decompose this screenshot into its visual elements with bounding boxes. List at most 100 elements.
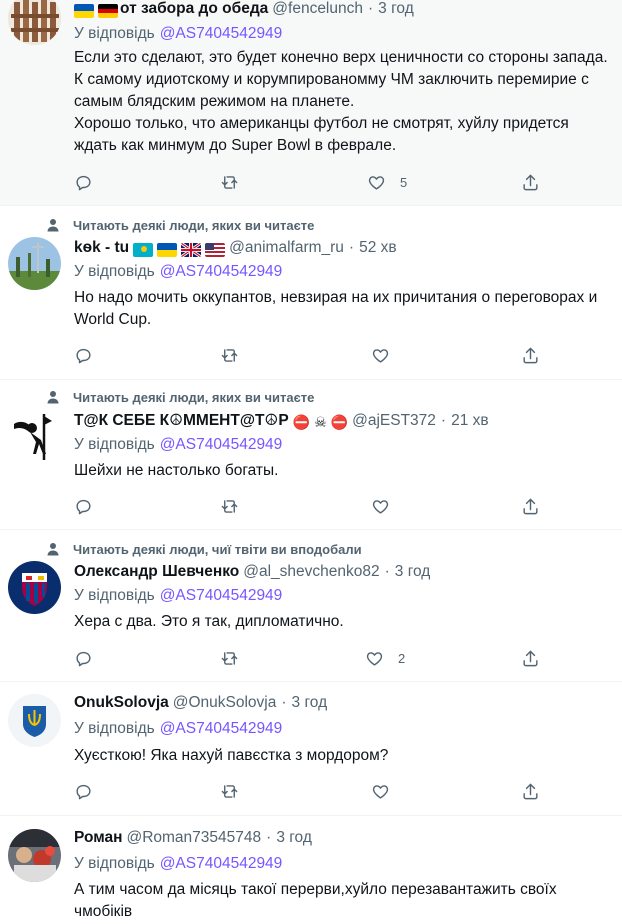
heart-icon [368, 175, 385, 190]
no-entry-icon: ⛔ [292, 414, 311, 430]
tweet-text-paragraph: Шейхи не настолько богаты. [74, 462, 279, 479]
heart-icon [366, 651, 383, 666]
retweet-button[interactable] [220, 172, 253, 192]
social-context: Читають деякі люди, яких ви читаєте [44, 388, 314, 406]
heart-icon [44, 540, 62, 558]
reply-button[interactable] [74, 172, 107, 192]
reply-button[interactable] [74, 496, 93, 516]
reply-icon [76, 175, 91, 190]
user-handle[interactable]: @Roman73545748 [126, 829, 261, 847]
reply-prefix: У відповідь [74, 720, 155, 737]
like-button[interactable] [371, 496, 390, 516]
retweet-button[interactable] [220, 648, 239, 668]
social-context-text: Читають деякі люди, чиї твіти ви вподоба… [73, 541, 362, 557]
share-icon [523, 347, 538, 363]
tweet-text-paragraph: А тим часом да місяць такої перерви,хуйл… [74, 881, 557, 920]
share-button[interactable] [521, 648, 540, 668]
tweet-header: Роман @Roman73545748 · 3 год [74, 829, 614, 851]
like-button[interactable]: 5 [367, 172, 407, 192]
retweet-button[interactable] [220, 781, 239, 801]
heart-icon [372, 784, 389, 799]
like-button[interactable]: 2 [365, 648, 405, 668]
tweet[interactable]: Читають деякі люди, чиї твіти ви вподоба… [0, 530, 622, 682]
tweet-header: Олександр Шевченко @al_shevchenko82 · 3 … [74, 563, 614, 585]
share-icon [523, 174, 538, 190]
timestamp[interactable]: 3 год [395, 563, 431, 581]
timestamp[interactable]: 3 год [292, 694, 328, 712]
avatar[interactable] [8, 237, 61, 290]
action-bar [74, 496, 538, 516]
reply-mention-link[interactable]: @AS7404542949 [160, 25, 283, 42]
display-name[interactable]: OnukSolovja [74, 694, 169, 712]
reply-button[interactable] [74, 781, 93, 801]
avatar[interactable] [8, 0, 61, 45]
avatar[interactable] [8, 410, 61, 463]
display-name[interactable]: Роман [74, 829, 122, 847]
display-name[interactable]: Т@К СЕБЕ К☮ММЕНТ@Т☮Р [74, 411, 289, 430]
name-flags [74, 4, 118, 18]
avatar[interactable] [8, 694, 61, 747]
reply-mention-link[interactable]: @AS7404542949 [160, 263, 283, 280]
tweet[interactable]: OnukSolovja @OnukSolovja · 3 год У відпо… [0, 682, 622, 816]
ukraine-flag-icon [74, 4, 94, 18]
retweet-button[interactable] [220, 345, 239, 365]
timestamp[interactable]: 52 хв [359, 239, 397, 257]
retweet-icon [221, 348, 238, 362]
tweet[interactable]: Роман @Roman73545748 · 3 год У відповідь… [0, 816, 622, 924]
separator-dot: · [368, 0, 374, 17]
retweet-icon [221, 499, 238, 513]
person-icon [44, 216, 62, 234]
reply-prefix: У відповідь [74, 263, 155, 280]
user-handle[interactable]: @al_shevchenko82 [243, 563, 379, 581]
display-name[interactable]: от забора до обеда [120, 0, 268, 18]
usa-flag-icon [205, 243, 226, 257]
tweet-text-paragraph: Если это сделают, это будет конечно верх… [74, 49, 608, 110]
timestamp[interactable]: 21 хв [451, 412, 489, 430]
separator-dot: · [384, 563, 390, 580]
retweet-icon [221, 175, 238, 189]
retweet-icon [221, 651, 238, 665]
separator-dot: · [348, 239, 355, 256]
share-button[interactable] [521, 496, 540, 516]
action-bar [74, 345, 538, 365]
timestamp[interactable]: 3 год [378, 0, 414, 18]
user-handle[interactable]: @ajEST372 [352, 412, 436, 430]
share-button[interactable] [521, 781, 540, 801]
retweet-button[interactable] [220, 496, 239, 516]
action-bar: 5 [74, 172, 538, 192]
tweet[interactable]: Читають деякі люди, яких ви читаєте Т@К … [0, 380, 622, 530]
share-button[interactable] [521, 345, 540, 365]
user-handle[interactable]: @animalfarm_ru [229, 239, 344, 257]
tweet[interactable]: от забора до обеда @fencelunch · 3 год У… [0, 0, 622, 206]
reply-button[interactable] [74, 345, 93, 365]
like-button[interactable] [371, 781, 390, 801]
skull-crossbones-icon: ☠ [314, 414, 327, 430]
tweet-text: Хуєсткою! Яка нахуй павєстка з мордором? [74, 745, 614, 767]
reply-button[interactable] [74, 648, 93, 668]
user-handle[interactable]: @fencelunch [272, 0, 363, 18]
user-handle[interactable]: @OnukSolovja [173, 694, 277, 712]
heart-icon [372, 499, 389, 514]
uk-flag-icon [181, 243, 202, 257]
reply-prefix: У відповідь [74, 855, 155, 872]
reply-mention-link[interactable]: @AS7404542949 [160, 855, 283, 872]
timestamp[interactable]: 3 год [276, 829, 312, 847]
tweet[interactable]: Читають деякі люди, яких ви читаєте kѳk … [0, 206, 622, 380]
reply-mention-link[interactable]: @AS7404542949 [160, 587, 283, 604]
kazakhstan-flag-icon [133, 243, 154, 257]
heart-icon [372, 348, 389, 363]
reply-context: У відповідь @AS7404542949 [74, 25, 282, 43]
person-icon [44, 388, 62, 406]
tweet-header: Т@К СЕБЕ К☮ММЕНТ@Т☮Р ⛔ ☠ ⛔ @ajEST372 · 2… [74, 411, 614, 433]
share-icon [523, 650, 538, 666]
avatar[interactable] [8, 829, 61, 882]
reply-mention-link[interactable]: @AS7404542949 [160, 720, 283, 737]
avatar[interactable] [8, 561, 61, 614]
display-name[interactable]: kѳk - tu [74, 239, 129, 257]
share-button[interactable] [521, 172, 540, 192]
reply-mention-link[interactable]: @AS7404542949 [160, 436, 283, 453]
tweet-text: Хера с два. Это я так, дипломатично. [74, 611, 614, 633]
display-name[interactable]: Олександр Шевченко [74, 563, 239, 581]
like-button[interactable] [371, 345, 390, 365]
no-entry-icon: ⛔ [330, 414, 349, 430]
